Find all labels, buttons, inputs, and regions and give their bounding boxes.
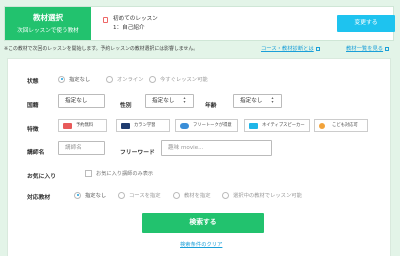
material-tag: 教材選択 次回レッスンで使う教材 <box>5 7 91 40</box>
lesson-info: 初めてのレッスン 1：自己紹介 <box>103 15 158 33</box>
status-option-online[interactable]: オンライン <box>106 75 144 83</box>
feature-label-text: ネイティブスピーカー <box>262 123 305 128</box>
material-option-current[interactable]: 選択中の教材でレッスン可能 <box>222 191 302 199</box>
material-option-material[interactable]: 教材を指定 <box>173 191 211 199</box>
feature-native[interactable]: ネイティブスピーカー <box>244 119 310 132</box>
country-select[interactable]: 指定なし <box>58 94 105 108</box>
native-icon <box>249 123 258 129</box>
change-material-button[interactable]: 変更する <box>337 15 395 32</box>
teacher-name-input[interactable]: 講師名 <box>58 141 105 155</box>
material-list-link[interactable]: 教材一覧を見る <box>346 44 390 52</box>
radio-icon <box>149 75 156 83</box>
course-diagnosis-link[interactable]: コース・教材診断とは <box>261 44 320 52</box>
radio-icon <box>222 191 229 199</box>
material-option-label: 選択中の教材でレッスン可能 <box>233 193 302 199</box>
selected-material-banner: 教材選択 次回レッスンで使う教材 初めてのレッスン 1：自己紹介 変更する <box>4 6 395 41</box>
lesson-title: 初めてのレッスン <box>113 16 158 22</box>
external-link-icon <box>385 46 390 51</box>
material-option-course[interactable]: コースを指定 <box>118 191 161 199</box>
status-label: 状態 <box>27 79 39 85</box>
course-diagnosis-link-label: コース・教材診断とは <box>261 46 314 52</box>
material-tag-subtitle: 次回レッスンで使う教材 <box>17 28 79 34</box>
freeword-label: フリーワード <box>120 150 155 156</box>
notice-text: ※この教材で次回のレッスンを開始します。予約レッスンの教材選択には影響しません。 <box>4 46 199 52</box>
kids-icon <box>319 123 325 129</box>
search-button[interactable]: 検索する <box>142 213 264 233</box>
page: 教材選択 次回レッスンで使う教材 初めてのレッスン 1：自己紹介 変更する ※こ… <box>0 0 400 256</box>
material-option-label: 教材を指定 <box>184 193 211 199</box>
checkbox-icon <box>85 170 92 177</box>
material-option-label: 指定なし <box>85 193 107 199</box>
reservation-icon <box>63 123 72 129</box>
status-option-now[interactable]: 今すぐレッスン可能 <box>149 75 208 83</box>
favorite-checkbox-label: お気に入り講師のみ表示 <box>96 171 154 177</box>
favorite-only-checkbox[interactable]: お気に入り講師のみ表示 <box>85 170 153 177</box>
status-option-any[interactable]: 指定なし <box>58 75 90 83</box>
lesson-subtitle: 1：自己紹介 <box>113 25 145 31</box>
feature-label-text: カラン学習 <box>134 123 156 128</box>
radio-selected-icon <box>58 75 65 83</box>
material-label: 対応教材 <box>27 195 51 201</box>
feature-label-text: フリートークが得意 <box>193 123 232 128</box>
feature-label-text: 予約無料 <box>76 123 94 128</box>
radio-selected-icon <box>74 191 81 199</box>
feature-label-text: こども対応可 <box>332 123 358 128</box>
favorite-label: お気に入り <box>27 174 56 180</box>
material-list-link-label: 教材一覧を見る <box>346 46 384 52</box>
clear-search-link[interactable]: 検索条件のクリア <box>180 240 222 248</box>
callan-icon <box>121 123 130 129</box>
feature-kids[interactable]: こども対応可 <box>314 119 368 132</box>
feature-callan[interactable]: カラン学習 <box>116 119 170 132</box>
freeword-input[interactable]: 趣味 movie... <box>161 140 272 156</box>
gender-label: 性別 <box>120 103 132 109</box>
feature-label: 特徴 <box>27 127 39 133</box>
status-option-label: 今すぐレッスン可能 <box>160 77 208 83</box>
radio-icon <box>118 191 125 199</box>
material-option-label: コースを指定 <box>129 193 161 199</box>
country-label: 国籍 <box>27 103 39 109</box>
age-select[interactable]: 指定なし <box>233 94 282 108</box>
status-option-label: オンライン <box>117 77 144 83</box>
book-icon <box>103 16 108 23</box>
teacher-label: 講師名 <box>27 150 45 156</box>
chat-icon <box>180 123 189 129</box>
material-option-any[interactable]: 指定なし <box>74 191 106 199</box>
radio-icon <box>106 75 113 83</box>
status-option-label: 指定なし <box>69 77 91 83</box>
feature-freetalk[interactable]: フリートークが得意 <box>175 119 238 132</box>
material-tag-title: 教材選択 <box>33 13 63 22</box>
age-label: 年齢 <box>205 103 217 109</box>
radio-icon <box>173 191 180 199</box>
external-link-icon <box>315 46 320 51</box>
feature-reservation[interactable]: 予約無料 <box>58 119 107 132</box>
gender-select[interactable]: 指定なし <box>145 94 194 108</box>
